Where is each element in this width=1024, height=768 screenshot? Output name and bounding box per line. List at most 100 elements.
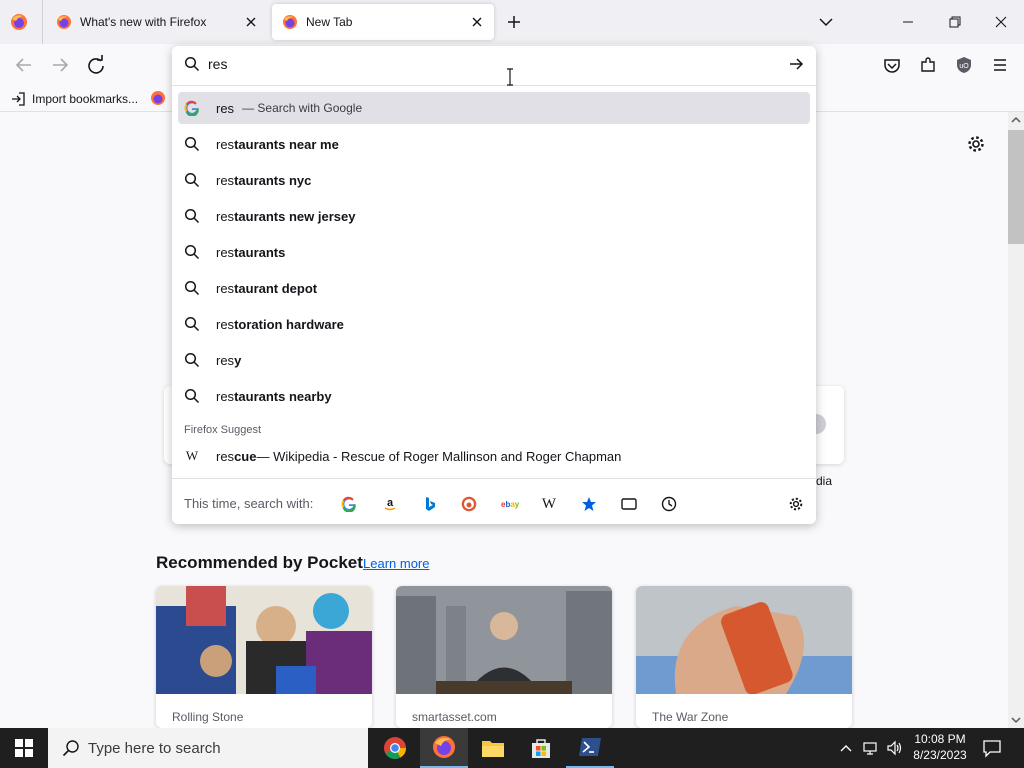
search-suggestion[interactable]: res taurants nyc (178, 164, 810, 196)
history-icon[interactable] (658, 493, 680, 515)
tabs-icon[interactable] (618, 493, 640, 515)
pocket-heading: Recommended by Pocket (156, 553, 363, 572)
page-scrollbar[interactable] (1008, 112, 1024, 728)
close-window-icon[interactable] (987, 8, 1015, 36)
taskbar-clock[interactable]: 10:08 PM 8/23/2023 (908, 731, 972, 763)
notification-center-icon[interactable] (982, 738, 1002, 758)
microsoft-store-icon[interactable] (517, 728, 565, 768)
search-suggestion[interactable]: res taurants new jersey (178, 200, 810, 232)
suggestion-rest: — Wikipedia - Rescue of Roger Mallinson … (256, 448, 622, 464)
svg-text:a: a (387, 497, 394, 509)
restore-window-icon[interactable] (940, 8, 968, 36)
chrome-icon[interactable] (371, 728, 419, 768)
suggestion-completion: taurants nearby (234, 388, 332, 404)
tab-whats-new[interactable]: What's new with Firefox (46, 4, 268, 40)
firefox-favicon-icon (282, 14, 298, 30)
learn-more-link[interactable]: Learn more (363, 556, 429, 571)
show-hidden-icons-chevron-icon[interactable] (838, 740, 854, 756)
minimize-window-icon[interactable] (894, 8, 922, 36)
clock-date: 8/23/2023 (913, 748, 967, 762)
powershell-icon[interactable] (566, 728, 614, 768)
suggestion-typed: res (216, 100, 235, 116)
suggestion-wikipedia[interactable]: W res cue — Wikipedia - Rescue of Roger M… (178, 440, 810, 472)
settings-gear-icon[interactable] (966, 134, 986, 154)
volume-icon[interactable] (886, 739, 904, 757)
close-tab-icon[interactable] (244, 15, 258, 29)
shortcut-label: dia (816, 474, 833, 488)
pocket-card[interactable]: Rolling Stone (156, 586, 372, 728)
firefox-taskbar-icon[interactable] (420, 728, 468, 768)
firefox-view-icon[interactable] (10, 13, 28, 31)
card-source: The War Zone (652, 710, 729, 724)
bing-icon[interactable] (419, 493, 441, 515)
file-explorer-icon[interactable] (469, 728, 517, 768)
url-input[interactable] (208, 52, 768, 76)
import-bookmarks-label: Import bookmarks... (32, 92, 139, 106)
tab-title: What's new with Firefox (80, 15, 207, 29)
new-tab-plus-icon[interactable] (505, 13, 523, 31)
go-arrow-icon[interactable] (788, 56, 804, 72)
search-suggestion[interactable]: res taurant depot (178, 272, 810, 304)
search-icon (184, 388, 200, 404)
suggestion-typed: res (216, 316, 235, 332)
bookmarks-star-icon[interactable] (578, 493, 600, 515)
card-source: smartasset.com (412, 710, 497, 724)
wikipedia-icon: W (185, 448, 199, 463)
suggestion-typed: res (216, 280, 235, 296)
suggestion-completion: taurants nyc (234, 172, 312, 188)
firefox-favicon-icon (56, 14, 72, 30)
tab-title: New Tab (306, 15, 353, 29)
search-icon (184, 136, 200, 152)
card-image (156, 586, 372, 694)
tab-new-tab[interactable]: New Tab (272, 4, 494, 40)
tab-strip: What's new with Firefox New Tab (0, 0, 1024, 44)
text-cursor-icon (506, 68, 514, 86)
suggestion-action-label: — Search with Google (242, 101, 363, 115)
scroll-down-arrow-icon[interactable] (1008, 712, 1024, 728)
suggestion-typed: res (216, 352, 235, 368)
scrollbar-thumb[interactable] (1008, 130, 1024, 244)
search-suggestion[interactable]: res taurants near me (178, 128, 810, 160)
firefox-bookmark-icon[interactable] (150, 90, 166, 106)
suggestion-typed: res (216, 448, 235, 464)
suggestion-typed: res (216, 244, 235, 260)
firefox-suggest-heading: Firefox Suggest (184, 424, 262, 436)
windows-start-icon[interactable] (0, 728, 48, 768)
suggestion-completion: toration hardware (234, 316, 344, 332)
reload-icon[interactable] (82, 51, 110, 79)
amazon-icon[interactable]: a (379, 493, 401, 515)
search-settings-gear-icon[interactable] (785, 493, 807, 515)
search-icon (184, 280, 200, 296)
suggestion-completion: cue (234, 448, 257, 464)
wikipedia-icon[interactable]: W (538, 493, 560, 515)
suggestion-search-google[interactable]: res — Search with Google (178, 92, 810, 124)
list-all-tabs-chevron-icon[interactable] (817, 13, 835, 31)
google-icon (184, 100, 200, 116)
network-icon[interactable] (862, 739, 880, 757)
search-suggestion[interactable]: res y (178, 344, 810, 376)
duckduckgo-icon[interactable] (458, 493, 480, 515)
search-suggestion[interactable]: res taurants nearby (178, 380, 810, 412)
search-icon (184, 172, 200, 188)
pocket-card[interactable]: smartasset.com (396, 586, 612, 728)
extensions-puzzle-icon[interactable] (914, 51, 942, 79)
search-suggestion[interactable]: res taurants (178, 236, 810, 268)
suggestion-typed: res (216, 136, 235, 152)
google-icon[interactable] (338, 493, 360, 515)
hamburger-menu-icon[interactable] (986, 51, 1014, 79)
taskbar-search-placeholder: Type here to search (88, 739, 221, 757)
close-tab-icon[interactable] (470, 15, 484, 29)
forward-arrow-icon[interactable] (46, 51, 74, 79)
suggestion-completion: y (234, 352, 242, 368)
import-bookmarks-button[interactable]: Import bookmarks... (10, 90, 138, 108)
back-arrow-icon[interactable] (10, 51, 38, 79)
search-suggestion[interactable]: res toration hardware (178, 308, 810, 340)
windows-taskbar: Type here to search 10:08 PM 8/23/2023 (0, 728, 1024, 768)
suggestion-completion: taurants near me (234, 136, 339, 152)
ebay-icon[interactable]: ebay (499, 493, 521, 515)
ublock-origin-shield-icon[interactable]: uO (950, 51, 978, 79)
pocket-card[interactable]: The War Zone (636, 586, 852, 728)
pocket-icon[interactable] (878, 51, 906, 79)
taskbar-search-box[interactable]: Type here to search (48, 728, 368, 768)
scroll-up-arrow-icon[interactable] (1008, 112, 1024, 128)
